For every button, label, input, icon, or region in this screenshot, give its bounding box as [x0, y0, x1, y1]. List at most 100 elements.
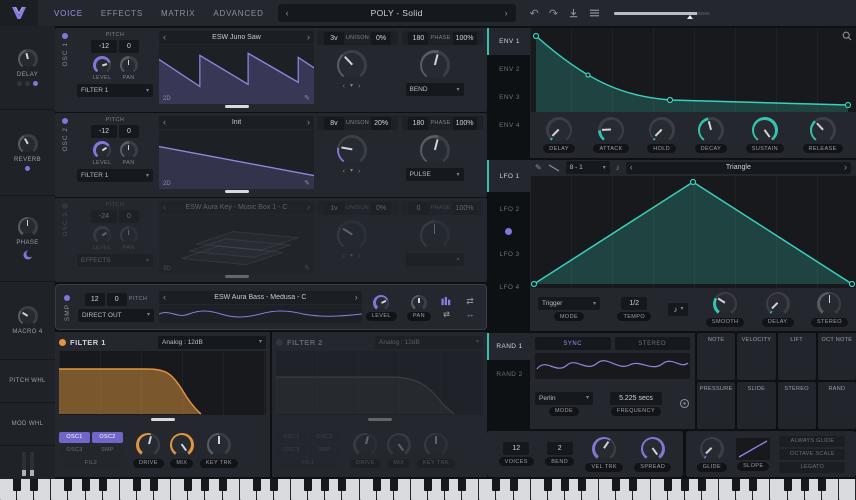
- filter1-input-fil2[interactable]: FIL2: [59, 458, 123, 469]
- osc2-power-toggle[interactable]: [62, 118, 68, 124]
- env-delay-knob[interactable]: [546, 117, 572, 143]
- osc2-transpose[interactable]: -12: [91, 125, 117, 138]
- vel-trk-knob[interactable]: [592, 437, 616, 461]
- filter1-type-dropdown[interactable]: Analog : 12dB▾: [158, 336, 266, 349]
- tab-effects[interactable]: EFFECTS: [101, 9, 143, 18]
- module-reverb[interactable]: REVERB: [0, 110, 55, 196]
- tab-lfo-3[interactable]: LFO 3: [487, 238, 530, 270]
- lfo-shape-dropdown[interactable]: ‹ Triangle ›: [626, 162, 851, 174]
- lfo-sync-type-button[interactable]: ♪▾: [668, 303, 688, 316]
- osc1-unison-voices[interactable]: 3v: [324, 32, 344, 45]
- lfo-graph[interactable]: [530, 176, 856, 288]
- smp-routing-dropdown[interactable]: DIRECT OUT▾: [78, 309, 154, 322]
- osc3-wavetable-next-icon[interactable]: ›: [307, 203, 310, 212]
- osc2-wave-frame-knob[interactable]: [337, 135, 367, 165]
- osc1-phase-rand[interactable]: 100%: [453, 32, 477, 45]
- menu-icon[interactable]: [589, 8, 600, 18]
- mod-source-stereo[interactable]: STEREO: [778, 382, 816, 429]
- osc3-power-toggle[interactable]: [62, 203, 68, 209]
- smp-sample-prev-icon[interactable]: ‹: [163, 293, 166, 302]
- app-logo[interactable]: [0, 0, 38, 26]
- tab-lfo-2[interactable]: LFO 2: [487, 193, 530, 225]
- bend-value[interactable]: 2: [547, 442, 573, 455]
- filter2-input-osc2[interactable]: OSC2: [309, 432, 340, 443]
- piano-key-black[interactable]: [578, 479, 586, 491]
- glide-knob[interactable]: [700, 437, 724, 461]
- osc3-phase-rand[interactable]: 100%: [453, 202, 477, 215]
- osc2-edit-icon[interactable]: ✎: [304, 179, 310, 187]
- mod-source-oct-note[interactable]: OCT NOTE: [818, 333, 856, 380]
- piano-key-black[interactable]: [30, 479, 38, 491]
- osc2-phase-rand[interactable]: 100%: [453, 117, 477, 130]
- osc3-wavetable-prev-icon[interactable]: ‹: [163, 203, 166, 212]
- env-decay-knob[interactable]: [698, 117, 724, 143]
- lfo-tempo-value[interactable]: 1/2: [621, 297, 647, 310]
- piano-key-black[interactable]: [664, 479, 672, 491]
- piano-key-black[interactable]: [749, 479, 757, 491]
- lfo-shape-prev-icon[interactable]: ‹: [630, 163, 633, 172]
- octave-scale-toggle[interactable]: OCTAVE SCALE: [779, 449, 845, 460]
- tab-env-2[interactable]: ENV 2: [487, 56, 530, 83]
- piano-key-black[interactable]: [492, 479, 500, 491]
- osc3-edit-icon[interactable]: ✎: [304, 264, 310, 272]
- smp-sample-next-icon[interactable]: ›: [355, 293, 358, 302]
- tab-env-4[interactable]: ENV 4: [487, 112, 530, 139]
- env-release-knob[interactable]: [810, 117, 836, 143]
- osc3-tune[interactable]: 0: [119, 210, 139, 223]
- tab-matrix[interactable]: MATRIX: [161, 9, 195, 18]
- smp-transpose[interactable]: 12: [85, 293, 105, 306]
- osc1-spectral-morph-knob[interactable]: [420, 50, 450, 80]
- osc2-wavetable-next-icon[interactable]: ›: [307, 118, 310, 127]
- piano-key-black[interactable]: [561, 479, 569, 491]
- smp-level-knob[interactable]: [373, 295, 389, 311]
- osc3-pan-knob[interactable]: [120, 226, 138, 244]
- lfo-delay-knob[interactable]: [766, 292, 790, 316]
- piano-key-black[interactable]: [150, 479, 158, 491]
- mod-source-note[interactable]: NOTE: [697, 333, 735, 380]
- piano-key-black[interactable]: [390, 479, 398, 491]
- filter2-input-smp[interactable]: SMP: [309, 445, 340, 456]
- osc2-level-knob[interactable]: [93, 141, 111, 159]
- osc2-phase-value[interactable]: 180: [408, 117, 428, 130]
- osc1-wavetable-prev-icon[interactable]: ‹: [163, 33, 166, 42]
- filter2-scrollbar[interactable]: [276, 417, 483, 422]
- note-icon[interactable]: ♪: [616, 163, 620, 172]
- loop-icon[interactable]: [441, 309, 452, 319]
- env-sustain-knob[interactable]: [752, 117, 778, 143]
- redo-icon[interactable]: ↷: [549, 7, 558, 20]
- rand-stereo-button[interactable]: STEREO: [615, 337, 691, 350]
- osc3-routing-dropdown[interactable]: EFFECTS▾: [77, 254, 153, 267]
- osc2-morph-type-dropdown[interactable]: PULSE▾: [406, 168, 464, 181]
- osc1-waveform-display[interactable]: 2D ✎: [159, 45, 314, 104]
- env-hold-knob[interactable]: [649, 117, 675, 143]
- piano-key-black[interactable]: [784, 479, 792, 491]
- preset-prev-icon[interactable]: ‹: [286, 9, 289, 18]
- mod-source-velocity[interactable]: VELOCITY: [737, 333, 775, 380]
- filter2-keytrack-knob[interactable]: [424, 433, 448, 457]
- osc2-frame-scrollbar[interactable]: [159, 189, 314, 194]
- undo-icon[interactable]: ↶: [530, 7, 539, 20]
- smp-sample-name[interactable]: ESW Aura Bass - Medusa - C: [214, 294, 306, 301]
- osc1-wave-frame-knob[interactable]: [337, 50, 367, 80]
- osc3-level-knob[interactable]: [93, 226, 111, 244]
- piano-key-black[interactable]: [612, 479, 620, 491]
- lfo-grid-dropdown[interactable]: 8 - 1▾: [566, 161, 610, 174]
- osc2-view-mode[interactable]: 2D: [163, 181, 171, 187]
- osc1-routing-dropdown[interactable]: FILTER 1▾: [77, 84, 153, 97]
- voices-value[interactable]: 12: [503, 442, 529, 455]
- lfo-stereo-knob[interactable]: [817, 292, 841, 316]
- piano-key-black[interactable]: [133, 479, 141, 491]
- piano-key-black[interactable]: [321, 479, 329, 491]
- filter1-mix-knob[interactable]: [170, 433, 194, 457]
- draw-icon[interactable]: ✎: [535, 163, 542, 172]
- filter1-input-osc1[interactable]: OSC1: [59, 432, 90, 443]
- filter1-input-smp[interactable]: SMP: [92, 445, 123, 456]
- piano-key-black[interactable]: [424, 479, 432, 491]
- preset-next-icon[interactable]: ›: [505, 9, 508, 18]
- piano-key-black[interactable]: [338, 479, 346, 491]
- module-phase[interactable]: PHASE: [0, 196, 55, 282]
- osc2-unison-detune[interactable]: 20%: [371, 117, 391, 130]
- piano-key-black[interactable]: [801, 479, 809, 491]
- preset-browser[interactable]: ‹ POLY - Solid ›: [278, 4, 516, 22]
- piano-key-black[interactable]: [64, 479, 72, 491]
